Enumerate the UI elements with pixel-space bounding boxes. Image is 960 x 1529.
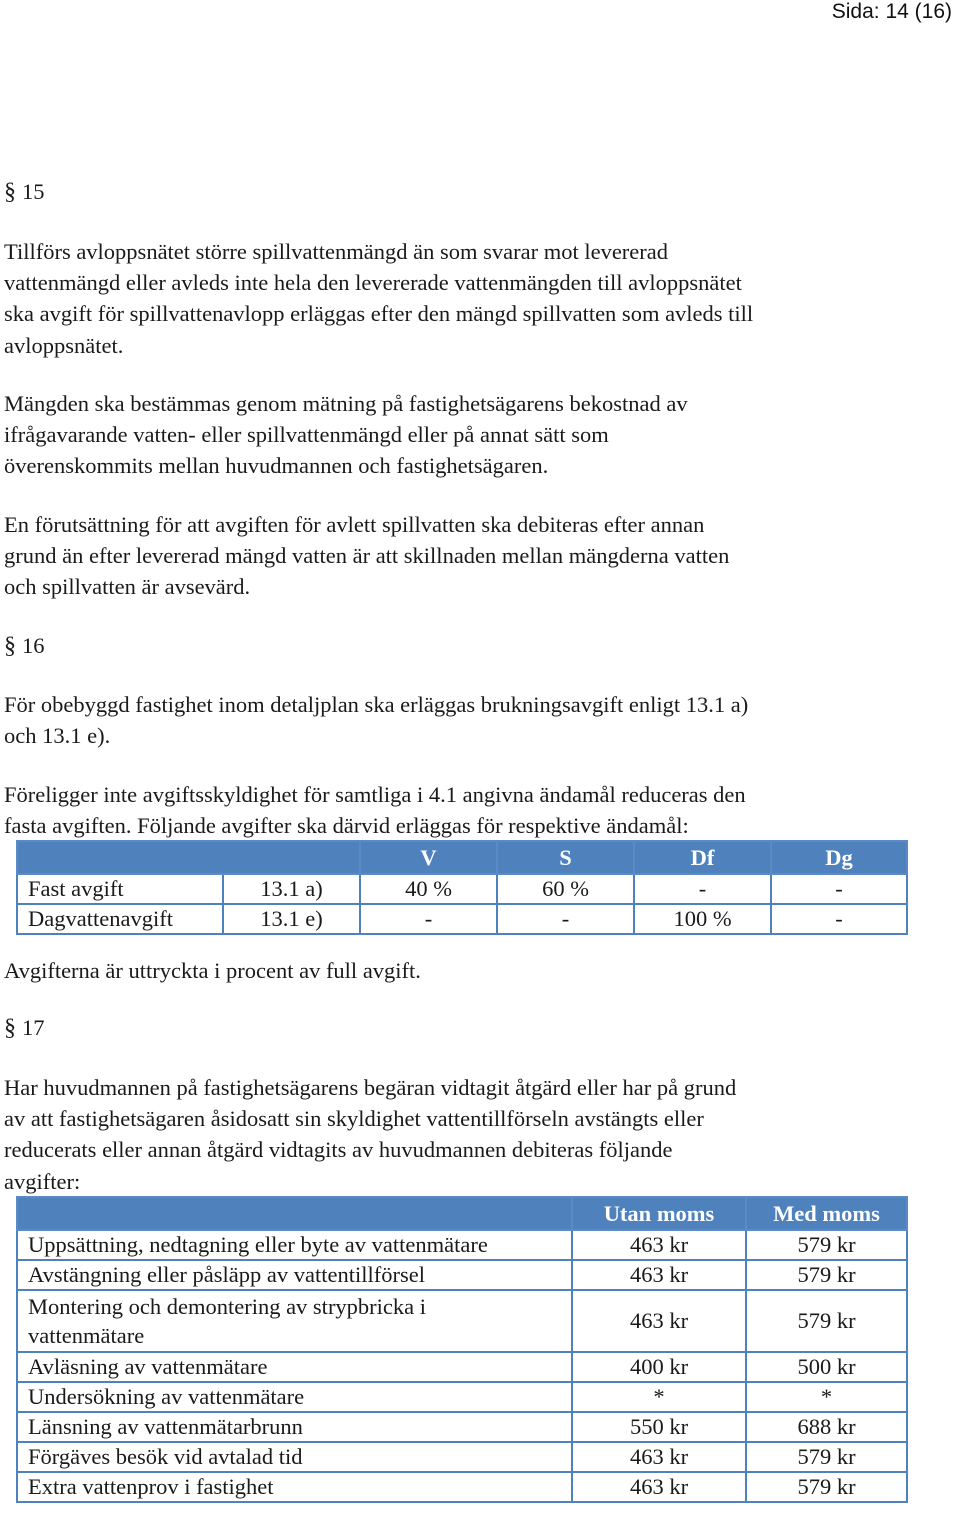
text-line: ifrågavarande vatten- eller spillvattenm…: [4, 422, 609, 448]
price-incl-vat: 579 kr: [745, 1259, 908, 1291]
text-line: avloppsnätet.: [4, 332, 124, 358]
text-line: av att fastighetsägaren åsidosatt sin sk…: [4, 1106, 704, 1132]
page-number-label: Sida: 14 (16): [831, 0, 952, 23]
price-excl-vat: 463 kr: [571, 1229, 747, 1261]
table-row: Avstängning eller påsläpp av vattentillf…: [16, 1259, 908, 1291]
section-16-heading: § 16: [4, 630, 45, 662]
column-header-df: Df: [633, 840, 772, 875]
column-header-empty: [16, 840, 361, 875]
price-incl-vat: 579 kr: [745, 1471, 908, 1503]
column-header-empty: [16, 1196, 573, 1231]
cell-s: 60 %: [496, 873, 635, 905]
text-line: ska avgift för spillvattenavlopp erlägga…: [4, 301, 754, 327]
price-excl-vat: 463 kr: [571, 1259, 747, 1291]
price-excl-vat: 550 kr: [571, 1411, 747, 1443]
table-header-row: V S Df Dg: [16, 840, 908, 875]
cell-dg: -: [770, 903, 908, 935]
price-incl-vat: 500 kr: [745, 1351, 908, 1383]
row-label: Dagvattenavgift: [16, 903, 224, 935]
row-reference: 13.1 e): [222, 903, 361, 935]
price-incl-vat: 688 kr: [745, 1411, 908, 1443]
section-16-note: Avgifterna är uttryckta i procent av ful…: [4, 958, 421, 983]
service-label: Länsning av vattenmätarbrunn: [16, 1411, 573, 1443]
cell-v: -: [359, 903, 498, 935]
section-15-paragraph-1: Tillförs avloppsnätet större spillvatten…: [4, 236, 753, 361]
price-excl-vat: 400 kr: [571, 1351, 747, 1383]
text-line: Har huvudmannen på fastighetsägarens beg…: [4, 1075, 737, 1100]
text-line: Föreligger inte avgiftsskyldighet för sa…: [4, 782, 746, 807]
table-row: Undersökning av vattenmätare * *: [16, 1381, 908, 1413]
text-line: vattenmängd eller avleds inte hela den l…: [4, 270, 742, 296]
table-header-row: Utan moms Med moms: [16, 1196, 908, 1231]
column-header-dg: Dg: [770, 840, 908, 875]
service-label: Förgäves besök vid avtalad tid: [16, 1441, 573, 1473]
text-line: För obebyggd fastighet inom detaljplan s…: [4, 692, 749, 717]
text-line: överenskommits mellan huvudmannen och fa…: [4, 453, 549, 479]
section-16-paragraph-1: För obebyggd fastighet inom detaljplan s…: [4, 689, 748, 751]
table-row: Dagvattenavgift 13.1 e) - - 100 % -: [16, 903, 908, 935]
cell-df: 100 %: [633, 903, 772, 935]
service-label: Uppsättning, nedtagning eller byte av va…: [16, 1229, 573, 1261]
section-16-paragraph-2: Föreligger inte avgiftsskyldighet för sa…: [4, 779, 746, 841]
paragraph-symbol-icon: §: [4, 179, 16, 205]
column-header-incl-vat: Med moms: [745, 1196, 908, 1231]
cell-v: 40 %: [359, 873, 498, 905]
text-line: Tillförs avloppsnätet större spillvatten…: [4, 239, 669, 264]
cell-dg: -: [770, 873, 908, 905]
service-label: Undersökning av vattenmätare: [16, 1381, 573, 1413]
service-label: Avstängning eller påsläpp av vattentillf…: [16, 1259, 573, 1291]
table-row: Montering och demontering av strypbricka…: [16, 1289, 908, 1353]
row-reference: 13.1 a): [222, 873, 361, 905]
reduced-fee-table: V S Df Dg Fast avgift 13.1 a) 40 % 60 % …: [16, 840, 908, 935]
section-17-paragraph-1: Har huvudmannen på fastighetsägarens beg…: [4, 1072, 736, 1197]
price-incl-vat: 579 kr: [745, 1229, 908, 1261]
section-15-paragraph-3: En förutsättning för att avgiften för av…: [4, 509, 729, 603]
paragraph-symbol-icon: §: [4, 633, 16, 659]
row-label: Fast avgift: [16, 873, 224, 905]
service-label: Avläsning av vattenmätare: [16, 1351, 573, 1383]
column-header-v: V: [359, 840, 498, 875]
service-fee-table: Utan moms Med moms Uppsättning, nedtagni…: [16, 1196, 908, 1503]
price-excl-vat: 463 kr: [571, 1289, 747, 1353]
cell-s: -: [496, 903, 635, 935]
table-row: Länsning av vattenmätarbrunn 550 kr 688 …: [16, 1411, 908, 1443]
text-line: grund än efter levererad mängd vatten är…: [4, 543, 730, 569]
section-number: 15: [22, 179, 45, 204]
table-row: Avläsning av vattenmätare 400 kr 500 kr: [16, 1351, 908, 1383]
price-excl-vat: 463 kr: [571, 1441, 747, 1473]
column-header-s: S: [496, 840, 635, 875]
paragraph-symbol-icon: §: [4, 1015, 16, 1041]
price-excl-vat: *: [571, 1381, 747, 1413]
section-number: 17: [22, 1015, 45, 1040]
price-incl-vat: *: [745, 1381, 908, 1413]
price-incl-vat: 579 kr: [745, 1289, 908, 1353]
text-line: Mängden ska bestämmas genom mätning på f…: [4, 391, 688, 416]
table-row: Uppsättning, nedtagning eller byte av va…: [16, 1229, 908, 1261]
table-row: Fast avgift 13.1 a) 40 % 60 % - -: [16, 873, 908, 905]
section-15-heading: § 15: [4, 176, 45, 208]
text-line: fasta avgiften. Följande avgifter ska dä…: [4, 813, 689, 839]
service-label: Montering och demontering av strypbricka…: [16, 1289, 573, 1353]
section-17-heading: § 17: [4, 1012, 45, 1044]
text-line: och spillvatten är avsevärd.: [4, 574, 251, 600]
cell-df: -: [633, 873, 772, 905]
text-line: En förutsättning för att avgiften för av…: [4, 512, 705, 537]
price-excl-vat: 463 kr: [571, 1471, 747, 1503]
text-line: reducerats eller annan åtgärd vidtagits …: [4, 1137, 673, 1163]
text-line: avgifter:: [4, 1168, 81, 1194]
table-row: Extra vattenprov i fastighet 463 kr 579 …: [16, 1471, 908, 1503]
service-label: Extra vattenprov i fastighet: [16, 1471, 573, 1503]
table-row: Förgäves besök vid avtalad tid 463 kr 57…: [16, 1441, 908, 1473]
section-15-paragraph-2: Mängden ska bestämmas genom mätning på f…: [4, 388, 688, 482]
section-number: 16: [22, 633, 45, 658]
price-incl-vat: 579 kr: [745, 1441, 908, 1473]
column-header-excl-vat: Utan moms: [571, 1196, 747, 1231]
text-line: och 13.1 e).: [4, 723, 111, 749]
